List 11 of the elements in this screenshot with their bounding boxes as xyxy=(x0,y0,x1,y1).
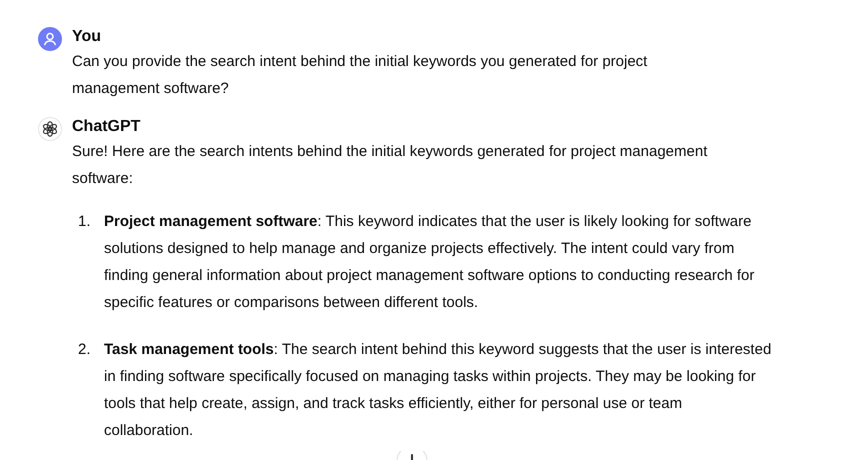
message-text: Sure! Here are the search intents behind the initial keywords generated for project management software: xyxy=(72,142,708,189)
list-number: 2. xyxy=(78,340,92,360)
message-text: Can you provide the search intent behind the initial keywords you generated for project management software? xyxy=(72,52,648,99)
scroll-down-button[interactable] xyxy=(396,451,428,460)
list-item-text: Task management tools: The search intent behind this keyword suggests that the user is interested in finding software specifically focused on managing tasks within projects. They may be looking for tools that help create, assign, and track tasks efficiently, either for personal use or team collaboration. xyxy=(104,340,772,441)
list-item-text: Project management software: This keyword indicates that the user is likely looking for software solutions designed to help manage and organize projects effectively. The intent could vary from finding general information about project management software options to conducting research for specific features or comparisons between different tools. xyxy=(104,212,756,313)
assistant-logo-icon xyxy=(38,117,62,141)
user-avatar xyxy=(38,27,62,51)
author-name: ChatGPT xyxy=(72,117,142,137)
author-name: You xyxy=(72,27,102,47)
list-number: 1. xyxy=(78,212,92,232)
